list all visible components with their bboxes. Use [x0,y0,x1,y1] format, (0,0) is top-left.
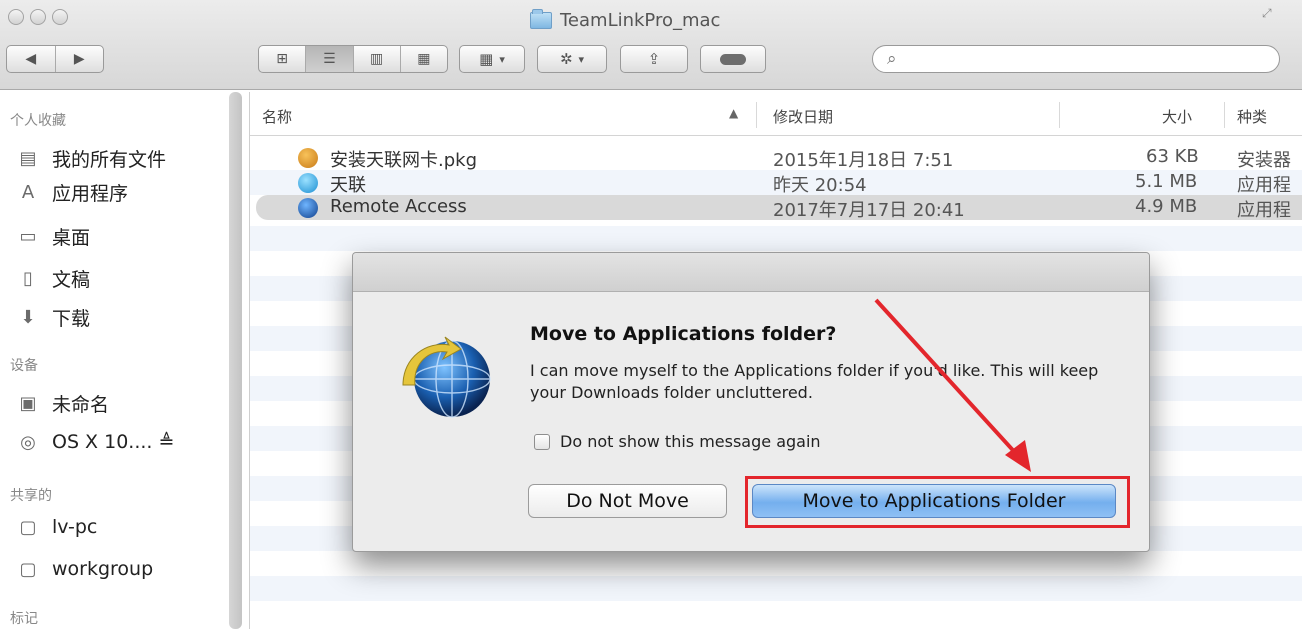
share-icon: ⇪ [647,50,661,68]
column-header-name[interactable]: 名称 [262,106,292,127]
view-mode-control: ⊞ ☰ ▥ ▦ [258,45,448,73]
tags-button[interactable] [700,45,766,73]
file-size: 5.1 MB [1135,171,1198,192]
search-icon: ⌕ [887,49,897,69]
folder-icon [530,8,552,29]
column-header-date[interactable]: 修改日期 [773,106,833,127]
empty-row [250,576,1302,601]
icon-view-button[interactable]: ⊞ [259,46,307,72]
sidebar-item-applications[interactable]: A 应用程序 [16,176,128,208]
column-header-kind[interactable]: 种类 [1237,106,1267,127]
dialog-title-bar [353,253,1149,292]
hard-disk-icon: ▣ [19,392,37,414]
column-separator [1224,102,1225,128]
sidebar-section-shared: 共享的 [10,488,52,504]
share-button[interactable]: ⇪ [620,45,688,73]
sidebar-section-devices: 设备 [10,358,38,374]
computer-icon: ▢ [19,558,37,580]
sort-ascending-icon: ▲ [729,106,739,120]
sidebar-item-label: 应用程序 [52,182,129,205]
sidebar-item-workgroup[interactable]: ▢ workgroup [16,553,153,585]
do-not-show-checkbox[interactable] [534,433,550,450]
computer-icon: ▢ [19,516,37,538]
sidebar-item-osx-disc[interactable]: ◎ OS X 10.... ≜ [16,426,174,458]
fullscreen-icon[interactable]: ⤢ [1262,6,1272,21]
file-row[interactable]: 天联 昨天 20:54 5.1 MB 应用程 [250,170,1302,196]
file-name: 安装天联网卡.pkg [330,150,477,171]
annotation-highlight-box [745,476,1130,528]
action-button[interactable]: ✲ ▾ [537,45,607,73]
file-name: 天联 [330,175,366,196]
desktop-icon: ▭ [19,225,37,247]
close-window-button[interactable] [8,9,24,25]
do-not-show-option[interactable]: Do not show this message again [534,432,821,451]
file-size: 4.9 MB [1135,196,1198,217]
file-row-selected[interactable]: Remote Access 2017年7月17日 20:41 4.9 MB 应用… [256,195,1302,221]
sidebar-item-label: 未命名 [52,393,110,416]
window-title: TeamLinkPro_mac [530,8,720,32]
globe-app-icon [402,336,491,418]
gear-icon: ✲ [559,50,573,68]
file-name: Remote Access [330,196,467,217]
chevron-down-icon: ▾ [578,52,585,66]
grid-icon: ▦ [479,50,494,68]
column-view-button[interactable]: ▥ [354,46,401,72]
tianlian-app-icon [298,173,318,193]
sidebar-item-label: 桌面 [52,226,91,249]
sidebar-section-tags: 标记 [10,611,38,627]
file-date: 2017年7月17日 20:41 [773,200,965,221]
remote-access-app-icon [298,198,318,218]
sidebar-item-label: lv-pc [52,516,98,538]
sidebar-item-label: workgroup [52,558,154,580]
disc-icon: ◎ [20,431,36,453]
sidebar-item-label: 文稿 [52,268,91,291]
sidebar-item-label: OS X 10.... ≜ [52,431,175,453]
sidebar-item-all-my-files[interactable]: ▤ 我的所有文件 [16,142,166,174]
download-icon: ⬇ [20,306,36,328]
minimize-window-button[interactable] [30,9,46,25]
coverflow-view-button[interactable]: ▦ [401,46,447,72]
sidebar-item-downloads[interactable]: ⬇ 下载 [16,301,90,333]
file-date: 2015年1月18日 7:51 [773,150,954,171]
sidebar-item-documents[interactable]: ▯ 文稿 [16,262,90,294]
empty-row [250,226,1302,251]
forward-button[interactable]: ▶ [56,46,104,72]
column-separator [1059,102,1060,128]
documents-icon: ▯ [23,267,33,289]
list-header: 名称 ▲ 修改日期 大小 种类 [250,92,1302,136]
column-separator [756,102,757,128]
column-header-size[interactable]: 大小 [1162,106,1192,127]
search-field[interactable]: ⌕ [872,45,1280,73]
arrange-button[interactable]: ▦ ▾ [459,45,525,73]
applications-icon: A [21,181,35,203]
file-row[interactable]: 安装天联网卡.pkg 2015年1月18日 7:51 63 KB 安装器 [250,145,1302,171]
dialog-title: Move to Applications folder? [530,323,837,345]
sidebar-scrollbar[interactable] [229,92,242,629]
zoom-window-button[interactable] [52,9,68,25]
sidebar-section-favorites: 个人收藏 [10,113,66,129]
file-kind: 安装器 [1237,150,1291,171]
sidebar-item-lv-pc[interactable]: ▢ lv-pc [16,511,97,543]
back-forward-control: ◀ ▶ [6,45,104,73]
back-button[interactable]: ◀ [7,46,56,72]
file-size: 63 KB [1146,146,1199,167]
list-view-button[interactable]: ☰ [306,46,354,72]
file-date: 昨天 20:54 [773,175,867,196]
window-title-text: TeamLinkPro_mac [560,9,721,31]
file-kind: 应用程 [1237,200,1291,221]
sidebar-item-untitled-disk[interactable]: ▣ 未命名 [16,387,109,419]
sidebar-item-label: 我的所有文件 [52,148,167,171]
dialog-message: I can move myself to the Applications fo… [530,361,1099,402]
sidebar-item-desktop[interactable]: ▭ 桌面 [16,220,90,252]
file-kind: 应用程 [1237,175,1291,196]
do-not-show-label: Do not show this message again [560,432,821,451]
do-not-move-button[interactable]: Do Not Move [528,484,727,518]
title-bar: TeamLinkPro_mac ⤢ ◀ ▶ ⊞ ☰ ▥ ▦ ▦ ▾ ✲ ▾ ⇪ ⌕ [0,0,1302,90]
chevron-down-icon: ▾ [499,52,505,66]
package-icon [298,148,318,168]
sidebar-item-label: 下载 [52,307,91,330]
all-files-icon: ▤ [19,147,37,169]
tag-icon [720,53,746,65]
